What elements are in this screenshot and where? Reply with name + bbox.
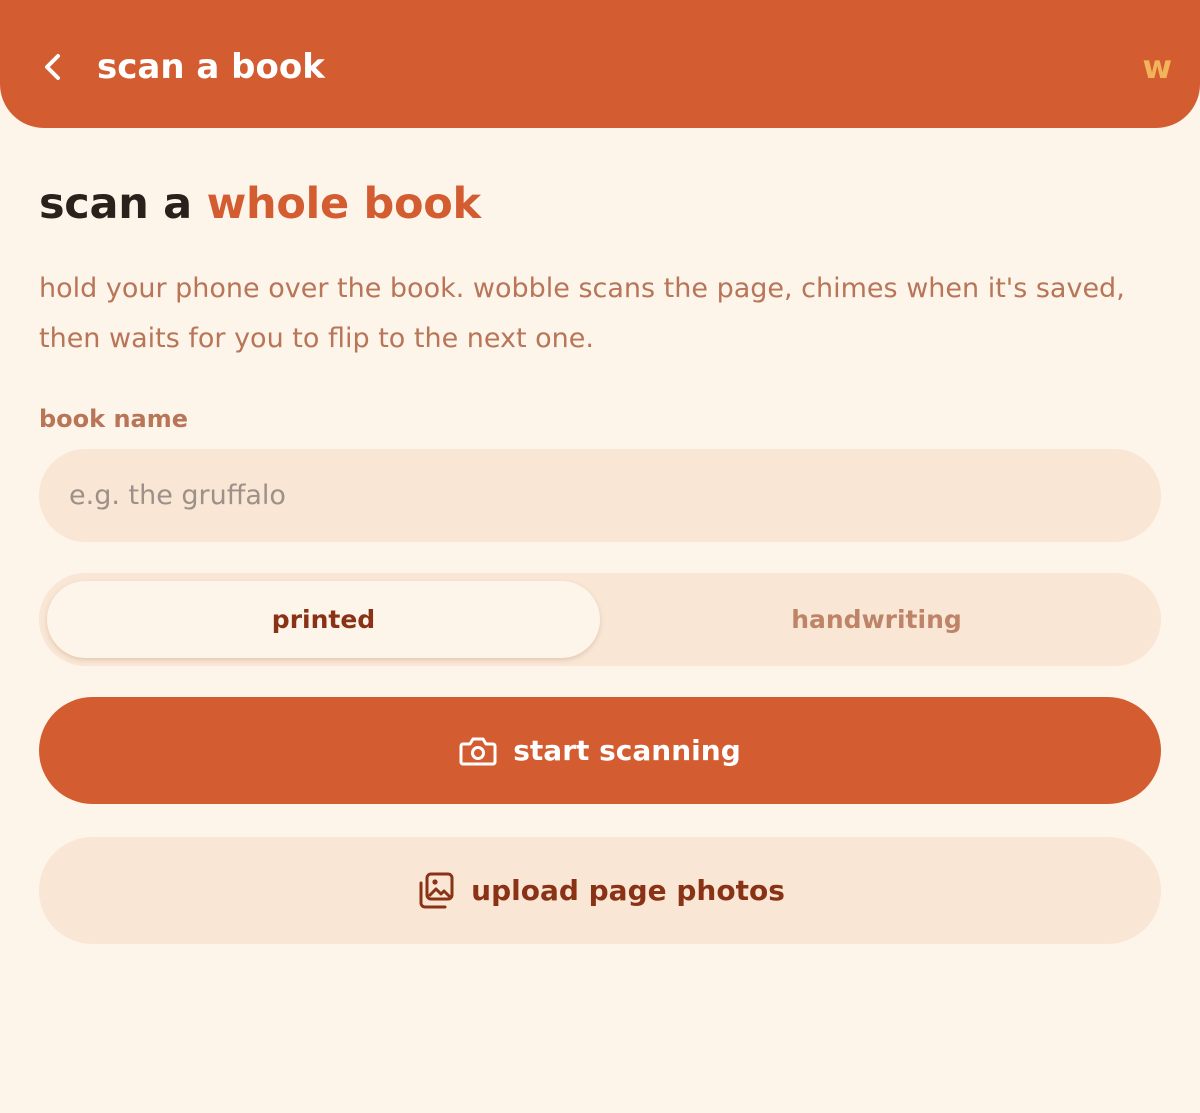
instructions-text: hold your phone over the book. wobble sc… xyxy=(39,273,1125,354)
chevron-left-icon xyxy=(39,52,65,82)
page-title: scan a book xyxy=(97,47,325,87)
photo-gallery-icon xyxy=(415,871,455,911)
upload-photos-label: upload page photos xyxy=(471,873,785,907)
back-button[interactable] xyxy=(30,45,74,89)
headline: scan a whole book xyxy=(39,176,481,232)
app-logo: w xyxy=(1142,48,1172,86)
mode-option-handwriting[interactable]: handwriting xyxy=(600,581,1153,658)
camera-icon xyxy=(459,735,497,767)
upload-photos-button[interactable]: upload page photos xyxy=(39,837,1161,944)
book-name-label: book name xyxy=(39,405,189,433)
book-name-input[interactable] xyxy=(39,449,1161,542)
headline-prefix: scan a xyxy=(39,179,207,229)
start-scanning-button[interactable]: start scanning xyxy=(39,697,1161,804)
scan-mode-toggle: printed handwriting xyxy=(39,573,1161,666)
mode-option-printed[interactable]: printed xyxy=(47,581,600,658)
headline-accent: whole book xyxy=(206,179,482,229)
app-header: scan a book w xyxy=(0,0,1200,128)
start-scanning-label: start scanning xyxy=(513,733,741,767)
